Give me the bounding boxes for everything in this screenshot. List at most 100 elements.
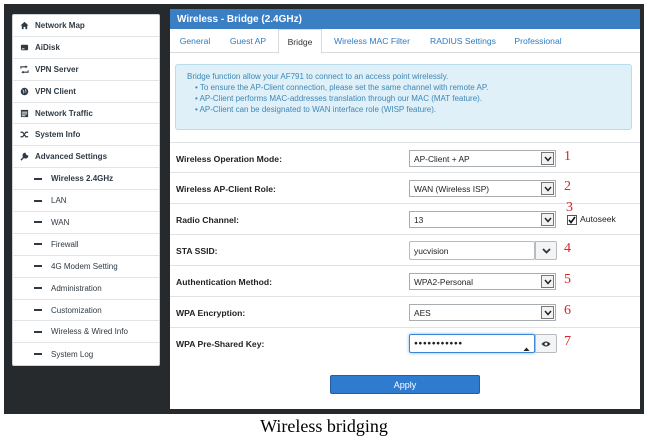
- info-bullet: • AP-Client performs MAC-addresses trans…: [195, 94, 483, 103]
- operation-mode-value: AP-Client + AP: [414, 153, 470, 164]
- sidebar-item-wan[interactable]: WAN: [13, 212, 159, 234]
- client-role-label: Wireless AP-Client Role:: [176, 183, 276, 194]
- auth-row: Authentication Method: WPA2-Personal 5: [170, 266, 640, 297]
- auth-value: WPA2-Personal: [414, 276, 473, 287]
- sidebar-item-label: AiDisk: [35, 42, 60, 52]
- encryption-row: WPA Encryption: AES 6: [170, 297, 640, 328]
- tab-guest-ap[interactable]: Guest AP: [221, 29, 275, 53]
- tab-bar: General Guest AP Bridge Wireless MAC Fil…: [170, 29, 640, 54]
- page-title: Wireless - Bridge (2.4GHz): [170, 9, 640, 29]
- sidebar-item-vpn-server[interactable]: VPN Server: [13, 59, 159, 81]
- sidebar-item-system-info[interactable]: System Info: [13, 124, 159, 147]
- figure-caption: Wireless bridging: [260, 416, 388, 436]
- dash-icon: [34, 330, 42, 333]
- apply-button[interactable]: Apply: [330, 375, 480, 394]
- sidebar-item-label: Network Map: [35, 20, 85, 30]
- sidebar-item-label: Administration: [51, 283, 102, 293]
- chevron-down-icon: [541, 182, 554, 195]
- sidebar-item-firewall[interactable]: Firewall: [13, 234, 159, 256]
- sidebar-item-label: Advanced Settings: [35, 152, 108, 162]
- ssid-label: STA SSID:: [176, 245, 218, 256]
- operation-mode-select[interactable]: AP-Client + AP: [409, 150, 556, 167]
- channel-value: 13: [414, 214, 424, 225]
- sidebar-item-vpn-client[interactable]: VPN Client: [13, 81, 159, 103]
- sidebar-item-4g-modem[interactable]: 4G Modem Setting: [13, 256, 159, 278]
- step-marker: 2: [564, 179, 571, 194]
- dash-icon: [34, 309, 42, 312]
- tab-wireless-mac-filter[interactable]: Wireless MAC Filter: [326, 29, 418, 53]
- main-panel: Wireless - Bridge (2.4GHz) General Guest…: [170, 9, 640, 409]
- dash-icon: [34, 221, 42, 224]
- sidebar-item-label: VPN Server: [35, 64, 79, 74]
- ssid-dropdown-button[interactable]: [535, 241, 557, 260]
- chevron-down-icon: [541, 213, 554, 226]
- sidebar-item-label: VPN Client: [35, 86, 76, 96]
- caret-up-icon: [523, 339, 530, 357]
- sidebar-item-network-map[interactable]: Network Map: [13, 15, 159, 37]
- sidebar-item-system-log[interactable]: System Log: [13, 343, 159, 365]
- operation-mode-label: Wireless Operation Mode:: [176, 153, 282, 164]
- step-marker: 1: [564, 149, 571, 164]
- vpn-server-icon: [19, 64, 29, 74]
- dash-icon: [34, 243, 42, 246]
- sidebar-item-label: System Info: [35, 130, 81, 140]
- dash-icon: [34, 287, 42, 290]
- operation-mode-row: Wireless Operation Mode: AP-Client + AP …: [170, 142, 640, 173]
- chevron-down-icon: [541, 247, 551, 254]
- psk-row: WPA Pre-Shared Key: ●●●●●●●●●●● 7: [170, 328, 640, 359]
- sidebar-item-wireless-wired-info[interactable]: Wireless & Wired Info: [13, 321, 159, 344]
- ssid-input[interactable]: yucvision: [409, 241, 535, 260]
- dash-icon: [34, 265, 42, 268]
- step-marker: 6: [564, 303, 571, 318]
- step-marker: 5: [564, 272, 571, 287]
- encryption-select[interactable]: AES: [409, 304, 556, 321]
- sidebar-item-label: Network Traffic: [35, 108, 93, 118]
- client-role-select[interactable]: WAN (Wireless ISP): [409, 180, 556, 197]
- tab-professional[interactable]: Professional: [508, 29, 568, 53]
- encryption-label: WPA Encryption:: [176, 307, 246, 318]
- chevron-down-icon: [541, 275, 554, 288]
- auth-select[interactable]: WPA2-Personal: [409, 273, 556, 290]
- sidebar-item-label: 4G Modem Setting: [51, 261, 118, 271]
- channel-select[interactable]: 13: [409, 211, 556, 228]
- dash-icon: [34, 199, 42, 202]
- sidebar-item-aidisk[interactable]: AiDisk: [13, 37, 159, 59]
- channel-row: Radio Channel: 13 3 Autoseek: [170, 200, 640, 235]
- sidebar: Network Map AiDisk VPN Server VPN Client…: [12, 14, 160, 366]
- sidebar-item-administration[interactable]: Administration: [13, 278, 159, 300]
- auth-label: Authentication Method:: [176, 276, 272, 287]
- sidebar-item-label: Wireless & Wired Info: [51, 327, 128, 337]
- client-role-value: WAN (Wireless ISP): [414, 183, 490, 194]
- step-marker: 4: [564, 241, 571, 256]
- chevron-down-icon: [541, 306, 554, 319]
- chevron-down-icon: [541, 152, 554, 165]
- sidebar-item-label: Firewall: [51, 239, 79, 249]
- sidebar-item-label: System Log: [51, 349, 94, 359]
- info-bullet: • To ensure the AP-Client connection, pl…: [195, 83, 489, 92]
- show-password-button[interactable]: [535, 334, 557, 353]
- wrench-icon: [19, 152, 29, 162]
- sidebar-item-network-traffic[interactable]: Network Traffic: [13, 103, 159, 125]
- sidebar-item-customization[interactable]: Customization: [13, 300, 159, 322]
- psk-input[interactable]: ●●●●●●●●●●●: [409, 334, 535, 353]
- sidebar-item-wireless-24ghz[interactable]: Wireless 2.4GHz: [13, 168, 159, 191]
- tab-general[interactable]: General: [172, 29, 218, 53]
- globe-icon: [19, 86, 29, 96]
- encryption-value: AES: [414, 307, 431, 318]
- shuffle-icon: [19, 130, 29, 140]
- disk-icon: [19, 42, 29, 52]
- sidebar-item-advanced-settings[interactable]: Advanced Settings: [13, 146, 159, 169]
- info-bullet: • AP-Client can be designated to WAN int…: [195, 105, 437, 114]
- info-intro: Bridge function allow your AF791 to conn…: [187, 72, 449, 81]
- autoseek-label: Autoseek: [580, 214, 616, 224]
- tab-radius-settings[interactable]: RADIUS Settings: [422, 29, 504, 53]
- autoseek-checkbox[interactable]: [567, 215, 577, 225]
- sidebar-item-label: LAN: [51, 196, 67, 206]
- checkmark-icon: [568, 216, 576, 224]
- app-window: Network Map AiDisk VPN Server VPN Client…: [4, 4, 644, 414]
- sidebar-item-label: Wireless 2.4GHz: [51, 174, 114, 184]
- tab-bridge[interactable]: Bridge: [278, 29, 322, 54]
- sidebar-item-label: Customization: [51, 305, 102, 315]
- dash-icon: [34, 177, 42, 180]
- sidebar-item-lan[interactable]: LAN: [13, 190, 159, 213]
